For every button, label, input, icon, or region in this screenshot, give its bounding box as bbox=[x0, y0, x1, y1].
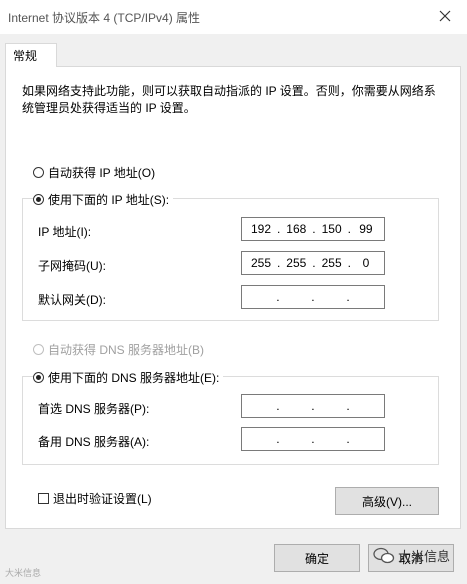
subnet-mask-label: 子网掩码(U): bbox=[38, 259, 106, 273]
radio-manual-dns-indicator[interactable] bbox=[33, 372, 44, 383]
watermark-right: 大米信息 bbox=[373, 546, 450, 565]
radio-auto-ip-indicator[interactable] bbox=[33, 167, 44, 178]
close-button[interactable] bbox=[430, 2, 460, 30]
dns-groupbox bbox=[22, 376, 439, 465]
radio-manual-ip-indicator[interactable] bbox=[33, 194, 44, 205]
window-title: Internet 协议版本 4 (TCP/IPv4) 属性 bbox=[8, 11, 201, 25]
radio-manual-dns-label: 使用下面的 DNS 服务器地址(E): bbox=[48, 371, 220, 385]
advanced-button[interactable]: 高级(V)... bbox=[335, 487, 439, 515]
subnet-mask-input[interactable]: 255. 255. 255. 0 bbox=[241, 251, 385, 275]
validate-checkbox-box[interactable] bbox=[38, 493, 49, 504]
radio-auto-dns-label: 自动获得 DNS 服务器地址(B) bbox=[48, 343, 205, 357]
mask-octet-2: 255 bbox=[286, 256, 307, 270]
description-text: 如果网络支持此功能，则可以获取自动指派的 IP 设置。否则，你需要从网络系统管理… bbox=[22, 84, 436, 115]
title-bar: Internet 协议版本 4 (TCP/IPv4) 属性 bbox=[0, 0, 467, 34]
radio-manual-dns[interactable]: 使用下面的 DNS 服务器地址(E): bbox=[33, 369, 224, 386]
alternate-dns-input[interactable]: . . . bbox=[241, 427, 385, 451]
wechat-icon bbox=[373, 547, 395, 563]
radio-manual-ip[interactable]: 使用下面的 IP 地址(S): bbox=[33, 191, 174, 208]
mask-octet-4: 0 bbox=[362, 256, 370, 270]
ip-octet-4: 99 bbox=[359, 222, 373, 236]
mask-octet-1: 255 bbox=[250, 256, 272, 270]
preferred-dns-label: 首选 DNS 服务器(P): bbox=[38, 402, 150, 416]
alternate-dns-label: 备用 DNS 服务器(A): bbox=[38, 435, 150, 449]
ip-octet-2: 168 bbox=[286, 222, 307, 236]
preferred-dns-input[interactable]: . . . bbox=[241, 394, 385, 418]
watermark-left: 大米信息 bbox=[5, 568, 42, 578]
tab-general[interactable]: 常规 bbox=[5, 43, 57, 67]
mask-octet-3: 255 bbox=[321, 256, 342, 270]
ok-button[interactable]: 确定 bbox=[274, 544, 360, 572]
validate-on-exit-checkbox[interactable]: 退出时验证设置(L) bbox=[38, 490, 156, 507]
radio-auto-ip-label: 自动获得 IP 地址(O) bbox=[48, 166, 156, 180]
ip-address-input[interactable]: 192. 168. 150. 99 bbox=[241, 217, 385, 241]
watermark-right-text: 大米信息 bbox=[398, 549, 451, 564]
validate-checkbox-label: 退出时验证设置(L) bbox=[53, 492, 152, 506]
ip-octet-3: 150 bbox=[321, 222, 342, 236]
default-gateway-label: 默认网关(D): bbox=[38, 293, 106, 307]
ip-address-label: IP 地址(I): bbox=[38, 225, 92, 239]
radio-manual-ip-label: 使用下面的 IP 地址(S): bbox=[48, 193, 170, 207]
radio-auto-ip[interactable]: 自动获得 IP 地址(O) bbox=[33, 164, 160, 181]
close-icon bbox=[439, 10, 451, 22]
default-gateway-input[interactable]: . . . bbox=[241, 285, 385, 309]
ip-octet-1: 192 bbox=[250, 222, 272, 236]
radio-auto-dns-indicator[interactable] bbox=[33, 344, 44, 355]
radio-auto-dns[interactable]: 自动获得 DNS 服务器地址(B) bbox=[33, 341, 209, 358]
